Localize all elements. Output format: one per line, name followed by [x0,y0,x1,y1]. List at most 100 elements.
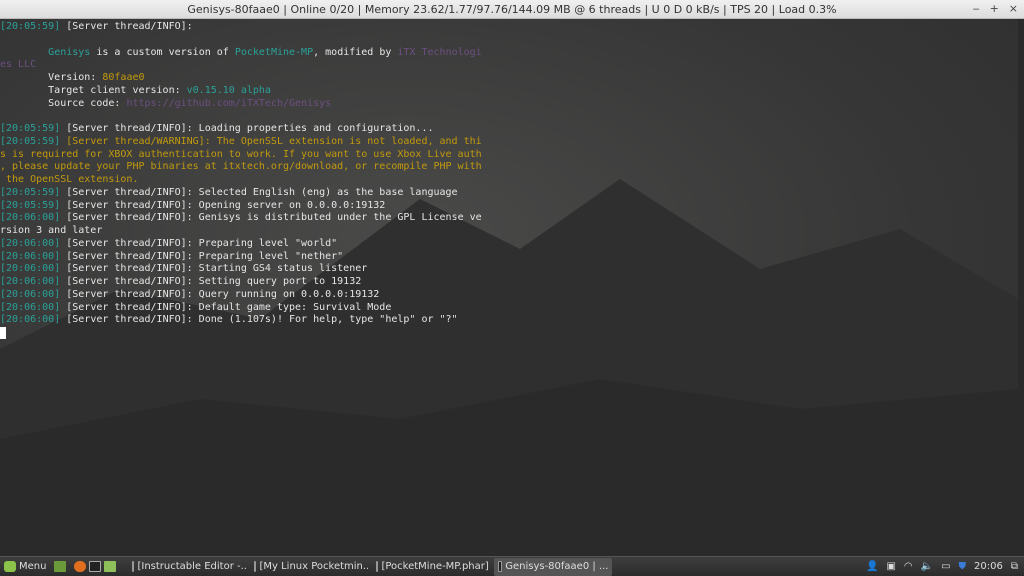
timestamp: [20:06:00] [0,276,67,287]
timestamp: [20:05:59] [0,186,67,198]
terminal-line: Version: 80faae0 [0,72,482,85]
terminal-line: [20:06:00] [Server thread/INFO]: Genisys… [0,212,482,225]
terminal-cursor [0,327,6,339]
log-text: [Server thread/INFO]: Default game type:… [66,301,392,313]
log-text: [Server thread/INFO]: Opening server on … [66,199,386,211]
taskbar-task[interactable]: [PocketMine-MP.phar] [372,558,490,576]
log-text: https://github.com/iTXTech/Genisys [126,97,332,109]
mint-logo-icon [4,561,16,572]
taskbar-task[interactable]: Genisys-80faae0 | ... [494,557,613,576]
log-text: [Server thread/WARNING]: The OpenSSL ext… [66,135,482,147]
terminal-line: the OpenSSL extension. [0,174,482,187]
minimize-button[interactable]: ‒ [973,2,980,15]
log-text: Target client version: [0,84,187,96]
timestamp: [20:06:00] [0,250,67,262]
log-text: es LLC [0,59,37,71]
timestamp: [20:05:59] [0,123,67,134]
log-text: Genisys [48,46,91,58]
firefox-launcher-icon[interactable] [74,561,87,572]
window-title: Genisys-80faae0 | Online 0/20 | Memory 2… [187,2,837,16]
log-text: [Server thread/INFO]: Genisys is distrib… [66,212,482,224]
task-label: Genisys-80faae0 | ... [505,561,609,572]
log-text: 80faae0 [102,72,145,83]
timestamp: [20:06:00] [0,288,67,300]
timestamp: [20:06:00] [0,263,67,275]
timestamp: [20:05:59] [0,21,67,32]
task-label: [Instructable Editor -... [137,561,247,572]
log-text: Version: [0,72,103,83]
terminal-line: [20:05:59] [Server thread/INFO]: Selecte… [0,187,482,200]
maximize-button[interactable]: + [990,2,999,15]
terminal-line: rsion 3 and later [0,225,482,238]
taskbar-task[interactable]: [Instructable Editor -... [128,558,246,576]
terminal-line: [20:06:00] [Server thread/INFO]: Setting… [0,276,482,289]
log-text: the OpenSSL extension. [0,174,139,185]
taskbar: Menu [Instructable Editor -... [My Linux … [0,556,1024,576]
task-label: [My Linux Pocketmin... [259,561,369,572]
timestamp: [20:06:00] [0,237,67,249]
battery-icon[interactable]: ▭ [941,561,950,572]
terminal-lines: [20:05:59] [Server thread/INFO]: Genisys… [0,21,482,341]
log-text: [Server thread/INFO]: Done (1.107s)! For… [66,314,458,326]
terminal-line: Target client version: v0.15.10 alpha [0,85,482,98]
log-text: [Server thread/INFO]: Preparing level "w… [66,237,338,249]
workspace-switcher-icon[interactable]: ⧉ [1011,561,1018,572]
terminal-line: [20:06:00] [Server thread/INFO]: Query r… [0,289,482,302]
timestamp: [20:06:00] [0,301,67,313]
terminal-line: es LLC [0,59,482,72]
system-tray: 👤 ▣ ◠ 🔈 ▭ ⛊ 20:06 ⧉ [866,561,1024,572]
log-text: [Server thread/INFO]: Query running on 0… [66,288,380,300]
log-text: is a custom version of [90,46,235,58]
log-text: , modified by [313,46,398,58]
window-titlebar: Genisys-80faae0 | Online 0/20 | Memory 2… [0,0,1024,19]
terminal-line: [20:06:00] [Server thread/INFO]: Prepari… [0,251,482,264]
log-text: [Server thread/INFO]: Setting query port… [66,276,362,287]
log-text: [Server thread/INFO]: [66,21,193,32]
log-text: v0.15.10 alpha [186,84,271,96]
terminal-line: [20:06:00] [Server thread/INFO]: Prepari… [0,238,482,251]
terminal-line: [20:05:59] [Server thread/INFO]: [0,21,482,34]
volume-icon[interactable]: 🔈 [921,561,933,572]
user-icon[interactable]: 👤 [866,561,878,572]
files-launcher-icon[interactable] [104,561,117,572]
terminal-line: Genisys is a custom version of PocketMin… [0,47,482,60]
log-text: rsion 3 and later [0,225,103,236]
terminal-line: [20:05:59] [Server thread/INFO]: Loading… [0,123,482,136]
timestamp: [20:06:00] [0,212,67,224]
terminal-launcher-icon[interactable] [89,561,102,572]
timestamp: [20:05:59] [0,199,67,211]
log-text: [Server thread/INFO]: Loading properties… [66,123,434,134]
log-text: Source code: [0,97,127,109]
firefox-icon [132,561,135,572]
taskbar-task[interactable]: [My Linux Pocketmin... [250,558,368,576]
close-button[interactable]: × [1009,2,1018,15]
log-text: [Server thread/INFO]: Selected English (… [66,186,458,198]
terminal-line: [20:06:00] [Server thread/INFO]: Startin… [0,263,482,276]
log-text: [Server thread/INFO]: Preparing level "n… [66,250,344,262]
terminal-icon [498,561,503,572]
terminal-line: [20:06:00] [Server thread/INFO]: Done (1… [0,314,482,327]
terminal-scrollbar[interactable] [1018,19,1024,556]
terminal-line: [20:05:59] [Server thread/WARNING]: The … [0,136,482,149]
show-desktop-icon[interactable] [54,561,67,572]
terminal-line: s is required for XBOX authentication to… [0,149,482,162]
clock[interactable]: 20:06 [974,561,1003,572]
terminal-output[interactable]: [20:05:59] [Server thread/INFO]: Genisys… [0,19,1018,556]
terminal-line: Source code: https://github.com/iTXTech/… [0,98,482,111]
folder-icon [254,561,257,572]
update-manager-icon[interactable]: ▣ [886,561,895,572]
terminal-line: , please update your PHP binaries at itx… [0,161,482,174]
menu-label: Menu [19,561,47,572]
menu-button[interactable]: Menu [0,558,50,576]
log-text: PocketMine-MP [234,46,314,58]
task-label: [PocketMine-MP.phar] [381,561,489,572]
shield-icon[interactable]: ⛊ [959,561,967,572]
timestamp: [20:06:00] [0,314,67,326]
log-text: iTX Technologi [397,46,482,58]
log-text: , please update your PHP binaries at itx… [0,161,482,173]
network-icon[interactable]: ◠ [904,561,913,572]
log-text: s is required for XBOX authentication to… [0,148,482,160]
